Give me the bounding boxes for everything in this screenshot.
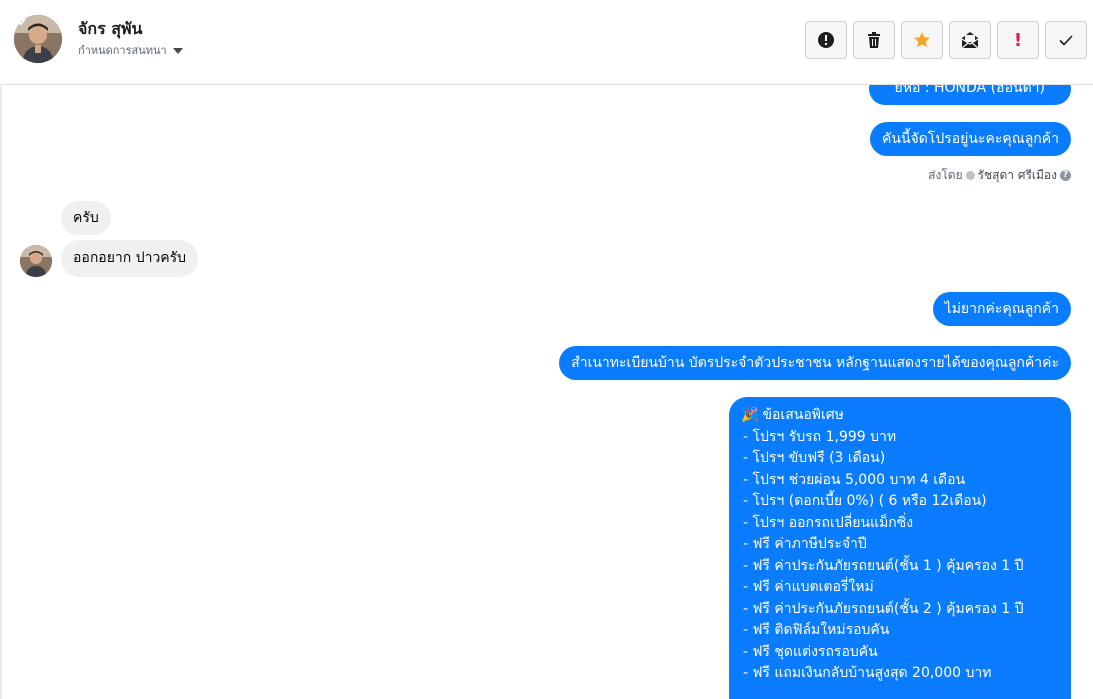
sender-avatar[interactable] [20,245,52,277]
conversation-label-dropdown[interactable]: กำหนดการสนทนา [78,41,183,59]
promo-line: - ฟรี ค่าประกันภัยรถยนต์(ชั้น 2 ) คุ้มคร… [743,600,1024,617]
star-button[interactable] [901,21,943,59]
promo-line: - ฟรี แถมเงินกลับบ้านสูงสุด 20,000 บาท [743,665,992,681]
delete-button[interactable] [853,21,895,59]
envelope-open-icon [961,32,979,49]
promo-title: ข้อเสนอพิเศษ [762,407,844,423]
sent-by-label: ส่งโดย [928,168,963,182]
sent-by-indicator: ส่งโดย รัชสุดา ศรีเมือง ? [928,166,1071,185]
promo-line: - โปรฯ รับรถ 1,999 บาท [743,428,897,445]
exclamation-icon: ! [1013,29,1023,51]
message-thread[interactable]: ยี่ห้อ : HONDA (ฮอนด้า) คันนี้จัดโปรอยู่… [0,85,1093,699]
promo-line: - ฟรี ชุดแต่งรถรอบคัน [743,643,878,660]
spam-button[interactable]: ! [997,21,1039,59]
agent-name[interactable]: รัชสุดา ศรีเมือง [978,166,1057,185]
agent-dot-icon [965,171,975,180]
promo-line: - โปรฯ (ดอกเบี้ย 0%) ( 6 หรือ 12เดือน) [743,493,987,509]
promo-line: - ฟรี ติดฟิล์มใหม่รอบคัน [743,622,890,638]
promo-line: - ฟรี ค่าแบตเตอรี่ใหม่ [743,579,874,595]
help-question-icon[interactable]: ? [1060,170,1071,181]
promo-line: - ฟรี ค่าประกันภัยรถยนต์(ชั้น 1 ) คุ้มคร… [743,557,1024,574]
star-icon [914,32,930,48]
party-popper-icon: 🎉 [741,407,759,423]
promo-line: - โปรฯ ช่วยผ่อน 5,000 บาท 4 เดือน [743,471,966,488]
done-button[interactable] [1045,21,1087,59]
promo-message[interactable]: 🎉 ข้อเสนอพิเศษ - โปรฯ รับรถ 1,999 บาท - … [729,397,1071,699]
conversation-toolbar: ! [805,21,1087,59]
promo-line: - โปรฯ ออกรถเปลี่ยนแม็กซิ่ง [743,514,914,531]
trash-icon [868,32,880,48]
alert-circle-icon [818,32,834,48]
conversation-header: ✔ จักร สุพัน กำหนดการสนทนา ! [0,0,1093,85]
incoming-message[interactable]: ออกอยาก ปาวครับ [61,240,199,277]
report-button[interactable] [805,21,847,59]
contact-name[interactable]: จักร สุพัน [78,17,142,42]
outgoing-message[interactable]: ไม่ยากค่ะคุณลูกค้า [932,292,1071,326]
promo-line: - ฟรี ค่าภาษีประจำปี [743,536,867,552]
conversation-label: กำหนดการสนทนา [78,44,167,57]
caret-down-icon [172,47,183,54]
check-icon [1059,35,1073,46]
outgoing-message[interactable]: สำเนาทะเบียนบ้าน บัตรประจำตัวประชาชน หลั… [559,346,1071,380]
promo-header: 🎉 ข้อเสนอพิเศษ [741,405,1059,427]
outgoing-message[interactable]: ยี่ห้อ : HONDA (ฮอนด้า) [868,85,1071,105]
promo-line: - โปรฯ ขับฟรี (3 เดือน) [743,450,886,466]
incoming-message[interactable]: ครับ [61,201,111,235]
mark-unread-button[interactable] [949,21,991,59]
verified-check-icon: ✔ [18,16,28,29]
outgoing-message[interactable]: คันนี้จัดโปรอยู่นะคะคุณลูกค้า [870,122,1071,156]
